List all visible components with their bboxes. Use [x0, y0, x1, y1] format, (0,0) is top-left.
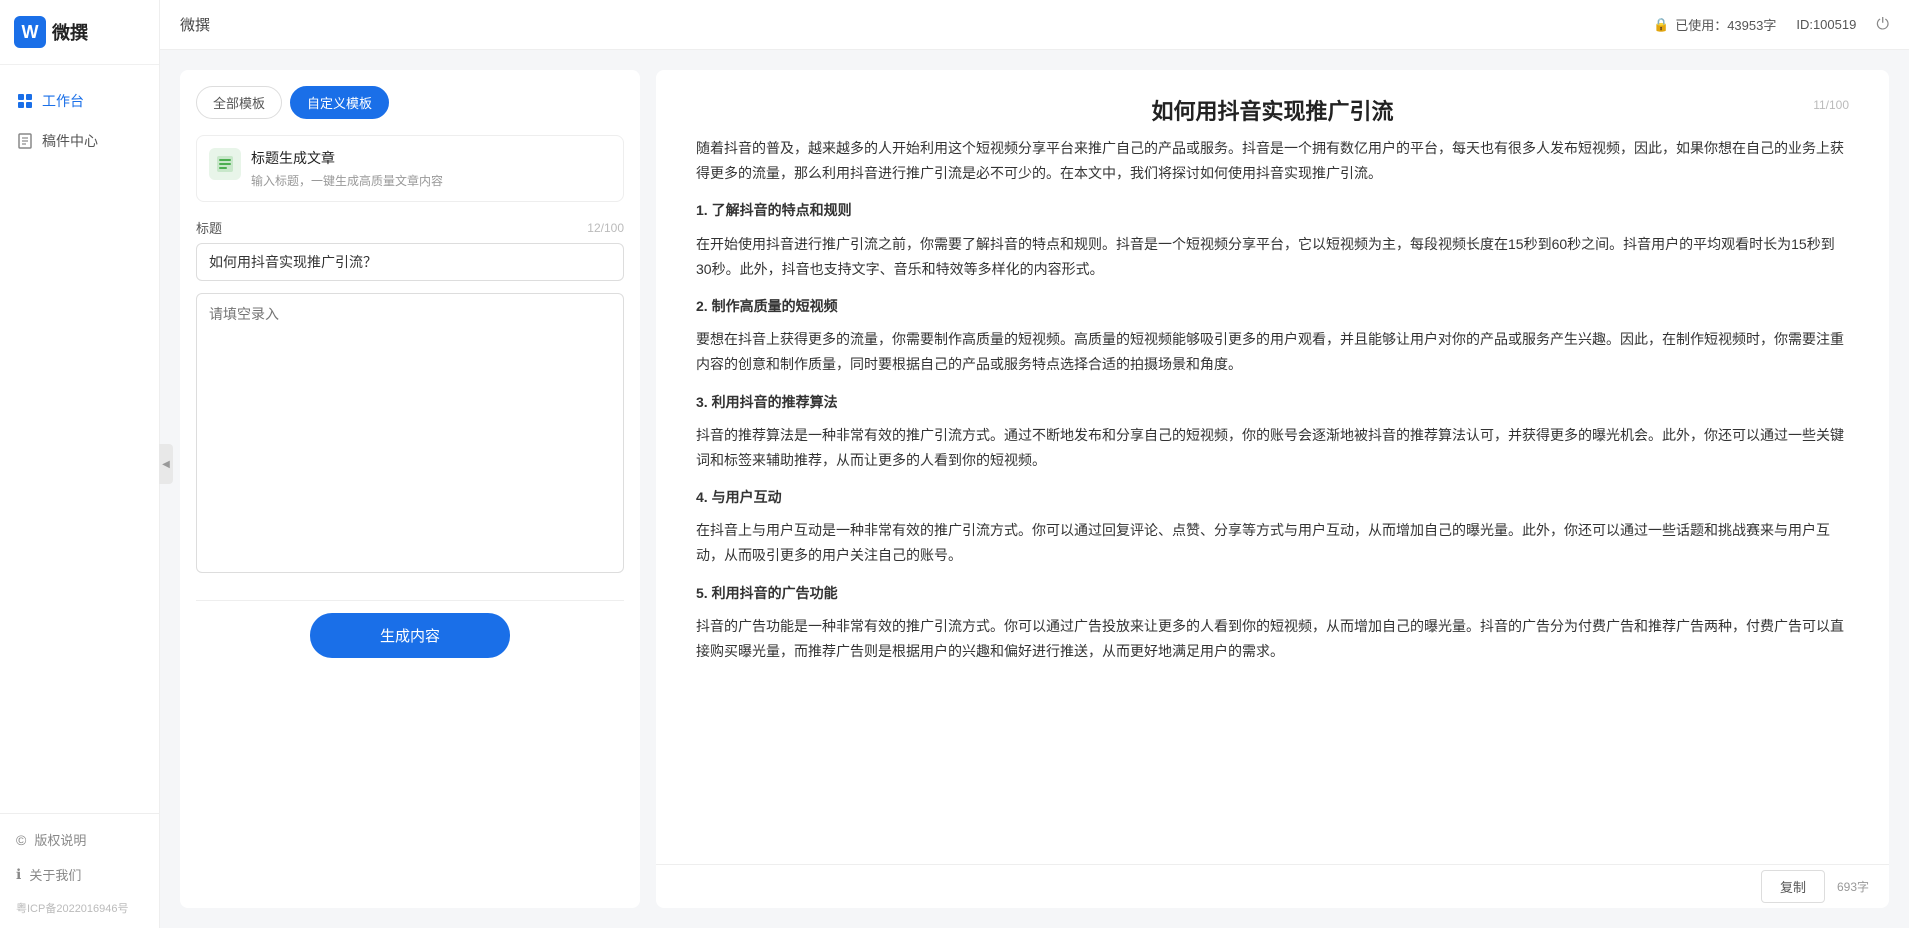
tab-custom-templates[interactable]: 自定义模板 — [290, 86, 389, 119]
right-panel: 如何用抖音实现推广引流 11/100 随着抖音的普及，越来越多的人开始利用这个短… — [656, 70, 1889, 908]
usage-text: 已使用：43953字 — [1675, 15, 1776, 34]
section-5-heading: 5. 利用抖音的广告功能 — [696, 581, 1849, 606]
title-label-row: 标题 12/100 — [196, 218, 624, 237]
section-2-heading: 2. 制作高质量的短视频 — [696, 294, 1849, 319]
icp-text: 粤ICP备2022016946号 — [16, 896, 143, 920]
user-id: ID:100519 — [1796, 17, 1856, 32]
template-card-icon — [209, 148, 241, 180]
left-panel: 全部模板 自定义模板 标题生成文章 输入标题，一键生成高质量文章内容 — [180, 70, 640, 908]
sidebar: W 微撰 工作台 稿件 — [0, 0, 160, 928]
word-count: 693字 — [1837, 878, 1869, 895]
article-header: 如何用抖音实现推广引流 11/100 — [656, 70, 1889, 136]
content-area: 全部模板 自定义模板 标题生成文章 输入标题，一键生成高质量文章内容 — [160, 50, 1909, 928]
article-title: 如何用抖音实现推广引流 — [1151, 94, 1393, 126]
keywords-form-section — [196, 293, 624, 576]
section-3-heading: 3. 利用抖音的推荐算法 — [696, 390, 1849, 415]
logo-area: W 微撰 — [0, 0, 159, 65]
usage-info: 🔒 已使用：43953字 — [1653, 15, 1776, 34]
section-4-heading: 4. 与用户互动 — [696, 485, 1849, 510]
template-name: 标题生成文章 — [251, 148, 611, 168]
tab-all-templates[interactable]: 全部模板 — [196, 86, 282, 119]
sidebar-footer: © 版权说明 ℹ 关于我们 粤ICP备2022016946号 — [0, 813, 159, 928]
topbar-title: 微撰 — [180, 14, 210, 35]
power-icon[interactable]: ⏻ — [1876, 16, 1889, 34]
sidebar-item-workbench[interactable]: 工作台 — [0, 81, 159, 121]
template-info: 标题生成文章 输入标题，一键生成高质量文章内容 — [251, 148, 611, 189]
section-2-body: 要想在抖音上获得更多的流量，你需要制作高质量的短视频。高质量的短视频能够吸引更多… — [696, 327, 1849, 377]
logo-icon: W — [14, 16, 46, 48]
section-4-body: 在抖音上与用户互动是一种非常有效的推广引流方式。你可以通过回复评论、点赞、分享等… — [696, 518, 1849, 568]
sidebar-item-drafts[interactable]: 稿件中心 — [0, 121, 159, 161]
generate-button[interactable]: 生成内容 — [310, 613, 510, 658]
workbench-label: 工作台 — [42, 91, 84, 111]
copyright-label: 版权说明 — [34, 830, 86, 849]
topbar: 微撰 🔒 已使用：43953字 ID:100519 ⏻ — [160, 0, 1909, 50]
template-tabs: 全部模板 自定义模板 — [196, 86, 624, 119]
workbench-icon — [16, 92, 34, 110]
section-1-body: 在开始使用抖音进行推广引流之前，你需要了解抖音的特点和规则。抖音是一个短视频分享… — [696, 232, 1849, 282]
section-5-body: 抖音的广告功能是一种非常有效的推广引流方式。你可以通过广告投放来让更多的人看到你… — [696, 614, 1849, 664]
section-1-heading: 1. 了解抖音的特点和规则 — [696, 198, 1849, 223]
title-char-count: 12/100 — [587, 221, 624, 235]
template-desc: 输入标题，一键生成高质量文章内容 — [251, 172, 611, 189]
title-input[interactable] — [196, 243, 624, 281]
logo-text: 微撰 — [52, 19, 88, 45]
copyright-icon: © — [16, 832, 26, 848]
form-divider — [196, 600, 624, 601]
article-body[interactable]: 随着抖音的普及，越来越多的人开始利用这个短视频分享平台来推广自己的产品或服务。抖… — [656, 136, 1889, 864]
article-footer: 复制 693字 — [656, 864, 1889, 908]
title-form-section: 标题 12/100 — [196, 218, 624, 281]
usage-icon: 🔒 — [1653, 17, 1669, 33]
about-icon: ℹ — [16, 866, 21, 883]
about-item[interactable]: ℹ 关于我们 — [16, 861, 143, 888]
collapse-sidebar-button[interactable]: ◀ — [159, 444, 173, 484]
about-label: 关于我们 — [29, 865, 81, 884]
copy-button[interactable]: 复制 — [1761, 870, 1825, 903]
template-card-title-article[interactable]: 标题生成文章 输入标题，一键生成高质量文章内容 — [196, 135, 624, 202]
drafts-icon — [16, 132, 34, 150]
title-form-label: 标题 — [196, 218, 222, 237]
topbar-right: 🔒 已使用：43953字 ID:100519 ⏻ — [1653, 15, 1889, 34]
page-count: 11/100 — [1813, 98, 1849, 112]
nav-section: 工作台 稿件中心 — [0, 65, 159, 813]
copyright-item[interactable]: © 版权说明 — [16, 826, 143, 853]
section-3-body: 抖音的推荐算法是一种非常有效的推广引流方式。通过不断地发布和分享自己的短视频，你… — [696, 423, 1849, 473]
drafts-label: 稿件中心 — [42, 131, 98, 151]
keywords-textarea[interactable] — [196, 293, 624, 573]
article-intro: 随着抖音的普及，越来越多的人开始利用这个短视频分享平台来推广自己的产品或服务。抖… — [696, 136, 1849, 186]
main-area: 微撰 🔒 已使用：43953字 ID:100519 ⏻ 全部模板 自定义模板 — [160, 0, 1909, 928]
